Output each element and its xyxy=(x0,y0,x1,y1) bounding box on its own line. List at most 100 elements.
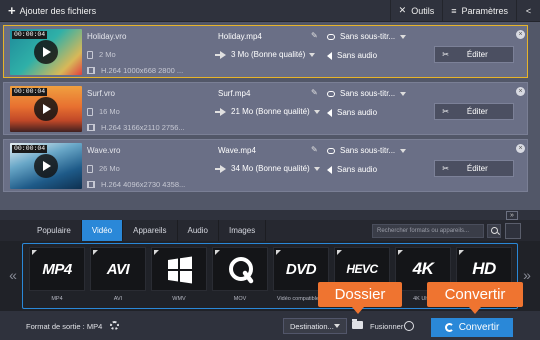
gear-icon[interactable] xyxy=(110,321,119,330)
source-codec-text: H.264 1000x668 2800 ... xyxy=(101,66,184,75)
device-detect-icon[interactable] xyxy=(505,223,521,239)
app-window: + Ajouter des fichiers ✕ Outils ≡ Paramè… xyxy=(0,0,540,340)
close-icon[interactable]: × xyxy=(516,144,525,153)
quicktime-logo xyxy=(229,257,254,284)
subtitles-dropdown[interactable]: Sans sous-titr... xyxy=(327,146,407,155)
output-size-text: 21 Mo (Bonne qualité) xyxy=(231,107,310,116)
close-icon[interactable]: × xyxy=(516,87,525,96)
collapse-chevron-icon[interactable]: » xyxy=(506,211,518,220)
scissors-icon: ✂ xyxy=(442,107,449,116)
audio-dropdown[interactable]: Sans audio xyxy=(327,108,377,117)
edit-label: Éditer xyxy=(466,164,488,173)
format-tabs: Populaire Vidéo Appareils Audio Images xyxy=(27,220,267,241)
tab-appareils[interactable]: Appareils xyxy=(123,220,178,241)
subtitles-dropdown[interactable]: Sans sous-titr... xyxy=(327,32,407,41)
output-size-dropdown[interactable]: 3 Mo (Bonne qualité) xyxy=(231,50,316,59)
source-filename: Surf.vro xyxy=(87,89,116,98)
audio-dropdown[interactable]: Sans audio xyxy=(327,165,377,174)
source-codec: H.264 3166x2110 2756... xyxy=(87,123,185,132)
close-icon[interactable]: × xyxy=(516,30,525,39)
subtitles-text: Sans sous-titr... xyxy=(340,32,396,41)
format-mov[interactable] xyxy=(212,247,268,291)
file-thumbnail[interactable]: 00:00:04 xyxy=(10,143,82,189)
film-icon xyxy=(87,181,95,188)
format-search-input[interactable]: Rechercher formats ou appareils... xyxy=(372,224,484,238)
rename-pencil-icon[interactable]: ✎ xyxy=(311,145,318,154)
merge-label: Fusionner xyxy=(370,322,404,331)
file-thumbnail[interactable]: 00:00:04 xyxy=(10,29,82,75)
output-size-text: 3 Mo (Bonne qualité) xyxy=(231,50,306,59)
convert-cycle-icon xyxy=(444,323,454,332)
format-label: WMV xyxy=(172,296,186,302)
file-row-surf[interactable]: 00:00:04 Surf.vro 16 Mo H.264 3166x2110 … xyxy=(3,82,528,135)
play-icon[interactable] xyxy=(34,154,58,178)
output-format-label: Format de sortie : MP4 xyxy=(26,322,103,331)
tab-video[interactable]: Vidéo xyxy=(81,220,124,241)
format-mp4[interactable]: MP4 xyxy=(29,247,85,291)
destination-text: Destination... xyxy=(290,321,334,331)
format-label: MP4 xyxy=(51,296,63,302)
tools-button[interactable]: ✕ Outils xyxy=(389,0,443,22)
source-codec-text: H.264 4096x2730 4358... xyxy=(101,180,186,189)
merge-toggle[interactable] xyxy=(404,321,414,331)
share-icon: < xyxy=(525,5,532,16)
output-filename: Surf.mp4 xyxy=(218,89,251,98)
duration-badge: 00:00:04 xyxy=(12,145,48,153)
file-icon xyxy=(87,107,93,116)
rename-pencil-icon[interactable]: ✎ xyxy=(311,31,318,40)
share-button[interactable]: < xyxy=(516,0,540,22)
play-icon[interactable] xyxy=(34,97,58,121)
folder-icon[interactable] xyxy=(352,319,363,329)
film-icon xyxy=(87,67,95,74)
source-codec-text: H.264 3166x2110 2756... xyxy=(101,123,185,132)
file-thumbnail[interactable]: 00:00:04 xyxy=(10,86,82,132)
mp4-logo: MP4 xyxy=(42,260,72,278)
chevron-down-icon xyxy=(400,148,407,153)
rename-pencil-icon[interactable]: ✎ xyxy=(311,88,318,97)
tab-audio[interactable]: Audio xyxy=(178,220,219,241)
source-size-text: 2 Mo xyxy=(99,50,116,59)
edit-button[interactable]: ✂ Éditer xyxy=(434,46,514,63)
output-size-text: 34 Mo (Bonne qualité) xyxy=(231,164,310,173)
speaker-icon xyxy=(327,165,332,174)
speaker-icon xyxy=(327,108,332,117)
add-files-label: Ajouter des fichiers xyxy=(19,5,97,16)
edit-button[interactable]: ✂ Éditer xyxy=(434,103,514,120)
file-row-holiday[interactable]: 00:00:04 Holiday.vro 2 Mo H.264 1000x668… xyxy=(3,25,528,78)
edit-label: Éditer xyxy=(466,107,488,116)
plus-icon: + xyxy=(8,3,16,18)
settings-button[interactable]: ≡ Paramètres xyxy=(442,0,516,22)
speaker-icon xyxy=(327,51,332,60)
tools-icon: ✕ xyxy=(398,5,407,15)
subtitle-icon xyxy=(327,90,335,97)
tab-images[interactable]: Images xyxy=(219,220,267,241)
convert-button[interactable]: Convertir xyxy=(431,318,513,337)
search-icon[interactable] xyxy=(487,224,501,238)
edit-button[interactable]: ✂ Éditer xyxy=(434,160,514,177)
subtitles-dropdown[interactable]: Sans sous-titr... xyxy=(327,89,407,98)
file-list: 00:00:04 Holiday.vro 2 Mo H.264 1000x668… xyxy=(0,22,540,210)
source-codec: H.264 4096x2730 4358... xyxy=(87,180,185,189)
file-row-wave[interactable]: 00:00:04 Wave.vro 26 Mo H.264 4096x2730 … xyxy=(3,139,528,192)
convert-label: Convertir xyxy=(458,322,500,333)
output-size-dropdown[interactable]: 21 Mo (Bonne qualité) xyxy=(231,107,320,116)
menu-icon: ≡ xyxy=(451,5,457,16)
destination-dropdown[interactable]: Destination... xyxy=(283,318,347,334)
arrow-right-icon xyxy=(215,108,226,116)
chevron-down-icon xyxy=(400,34,407,39)
scissors-icon: ✂ xyxy=(442,50,449,59)
format-avi[interactable]: AVI xyxy=(90,247,146,291)
chevron-down-icon xyxy=(309,52,316,57)
convert-callout: Convertir xyxy=(427,282,523,314)
format-wmv[interactable] xyxy=(151,247,207,291)
tab-populaire[interactable]: Populaire xyxy=(27,220,82,241)
play-icon[interactable] xyxy=(34,40,58,64)
settings-label: Paramètres xyxy=(461,5,508,16)
audio-dropdown[interactable]: Sans audio xyxy=(327,51,377,60)
file-icon xyxy=(87,164,93,173)
output-filename: Holiday.mp4 xyxy=(218,32,262,41)
add-files-button[interactable]: + Ajouter des fichiers xyxy=(0,0,104,22)
chevron-left-icon[interactable]: « xyxy=(4,246,22,304)
output-size-dropdown[interactable]: 34 Mo (Bonne qualité) xyxy=(231,164,320,173)
output-filename: Wave.mp4 xyxy=(218,146,256,155)
